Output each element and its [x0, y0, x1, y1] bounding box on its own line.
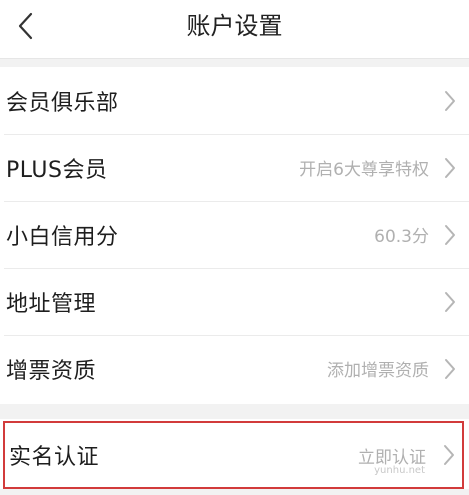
watermark: yunhu.net	[374, 465, 425, 476]
settings-row-vat-invoice[interactable]: 增票资质 添加增票资质	[0, 335, 469, 402]
row-label: 会员俱乐部	[6, 90, 119, 116]
settings-row-plus-member[interactable]: PLUS会员 开启6大尊享特权	[0, 134, 469, 201]
row-value: 开启6大尊享特权	[299, 160, 429, 180]
settings-row-credit-score[interactable]: 小白信用分 60.3分	[0, 201, 469, 268]
row-label: 小白信用分	[6, 224, 119, 250]
chevron-right-icon	[442, 443, 456, 467]
settings-row-address[interactable]: 地址管理	[0, 268, 469, 335]
row-value: 立即认证	[358, 447, 426, 468]
section-gap	[0, 59, 469, 67]
row-value: 60.3分	[374, 227, 429, 247]
chevron-right-icon	[443, 89, 457, 113]
row-label: 地址管理	[6, 291, 97, 317]
settings-list: 会员俱乐部 PLUS会员 开启6大尊享特权 小白信用分 60.3分 地址管理 增…	[0, 67, 469, 404]
page-title: 账户设置	[186, 12, 283, 40]
settings-row-member-club[interactable]: 会员俱乐部	[0, 67, 469, 134]
chevron-right-icon	[443, 156, 457, 180]
row-label: 增票资质	[6, 358, 97, 384]
chevron-right-icon	[443, 357, 457, 381]
row-value: 添加增票资质	[327, 361, 429, 381]
row-label: PLUS会员	[6, 157, 108, 183]
settings-row-real-name-verification[interactable]: 实名认证 立即认证	[3, 421, 464, 489]
chevron-right-icon	[443, 223, 457, 247]
chevron-right-icon	[443, 290, 457, 314]
row-label: 实名认证	[9, 445, 100, 470]
top-bar: 账户设置	[0, 0, 469, 59]
verification-section: 实名认证 立即认证	[0, 419, 469, 489]
